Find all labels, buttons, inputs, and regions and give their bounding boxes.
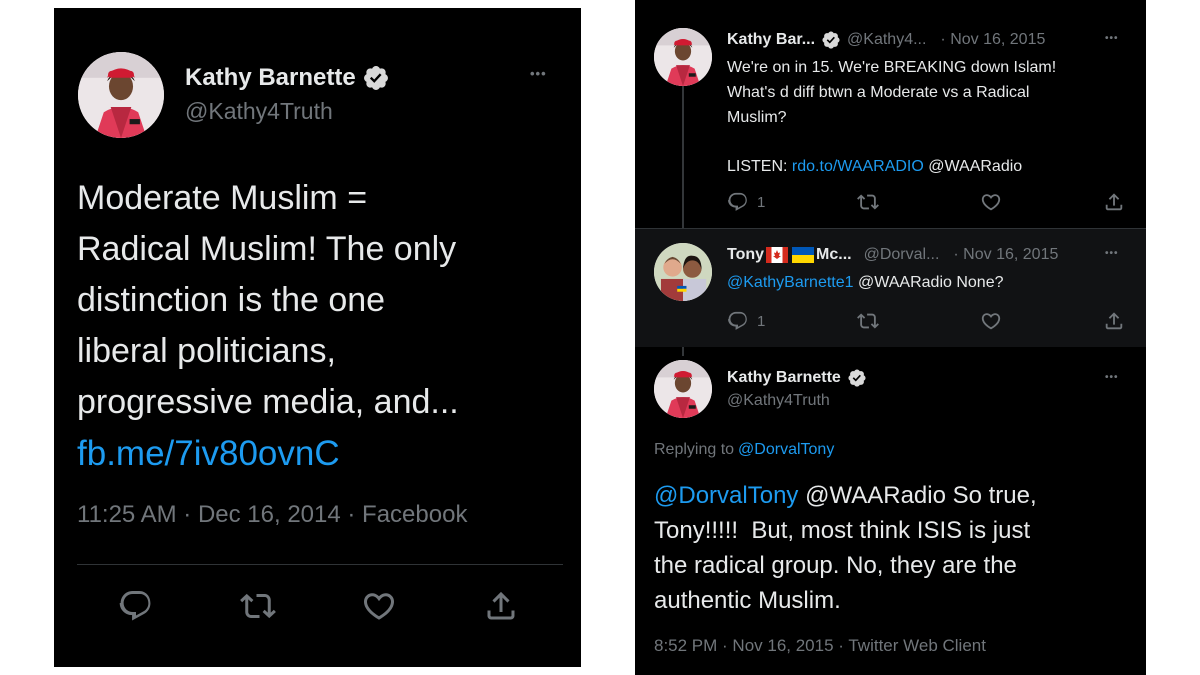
avatar[interactable] xyxy=(654,360,712,418)
more-options-icon[interactable]: ••• xyxy=(1105,372,1119,383)
tweet-body: We're on in 15. We're BREAKING down Isla… xyxy=(727,55,1056,179)
replying-to-handle[interactable]: @DorvalTony xyxy=(738,441,834,459)
like-icon xyxy=(980,310,1002,332)
mention[interactable]: @DorvalTony xyxy=(654,482,798,509)
reply-count: 1 xyxy=(757,193,766,211)
replying-to: Replying to @DorvalTony xyxy=(654,441,834,459)
like-button[interactable] xyxy=(980,191,1002,213)
more-options-icon[interactable]: ••• xyxy=(530,66,547,81)
tweet-body: @KathyBarnette1 @WAARadio None? xyxy=(727,270,1004,295)
profile-photo-icon xyxy=(78,52,164,138)
listen-label: LISTEN: xyxy=(727,158,788,175)
avatar[interactable] xyxy=(78,52,164,138)
author-name[interactable]: Kathy Bar... xyxy=(727,31,815,49)
tweet-body: @DorvalTony @WAARadio So true, Tony!!!!!… xyxy=(654,478,1037,618)
reply-button[interactable]: 1 xyxy=(727,310,765,332)
like-icon xyxy=(980,191,1002,213)
tweet-text-line: What's d diff btwn a Moderate vs a Radic… xyxy=(727,84,1030,101)
tweet-date[interactable]: · Nov 16, 2015 xyxy=(953,246,1058,264)
author-handle[interactable]: @Dorval... xyxy=(864,246,940,264)
tweet-text-line: Moderate Muslim = xyxy=(77,179,368,217)
author-row: Kathy Barnette xyxy=(727,367,867,389)
retweet-button[interactable] xyxy=(857,191,879,213)
author-name[interactable]: Kathy Barnette xyxy=(185,64,356,92)
author-handle[interactable]: @Kathy4Truth xyxy=(727,392,830,410)
tweet-date[interactable]: · Nov 16, 2015 xyxy=(940,31,1045,49)
like-button[interactable] xyxy=(980,310,1002,332)
author-name[interactable]: Kathy Barnette xyxy=(727,369,841,387)
retweet-button[interactable] xyxy=(240,588,276,624)
more-options-icon[interactable]: ••• xyxy=(1105,248,1119,259)
verified-badge-icon xyxy=(362,64,390,92)
right-thread: Kathy Bar... @Kathy4... · Nov 16, 2015 •… xyxy=(635,0,1146,675)
tweet-text-line: We're on in 15. We're BREAKING down Isla… xyxy=(727,59,1057,76)
share-button[interactable] xyxy=(483,588,519,624)
reply-icon xyxy=(727,191,749,213)
tweet-meta[interactable]: 8:52 PM · Nov 16, 2015 · Twitter Web Cli… xyxy=(654,636,986,656)
author-row: Kathy Barnette xyxy=(185,64,390,92)
verified-badge-icon xyxy=(847,368,867,388)
tweet-text-line: Radical Muslim! The only xyxy=(77,230,457,268)
share-icon xyxy=(483,588,519,624)
verified-badge-icon xyxy=(821,30,841,50)
tweet-text: @WAARadio None? xyxy=(858,274,1004,291)
profile-photo-icon xyxy=(654,243,712,301)
profile-photo-icon xyxy=(654,28,712,86)
ukraine-flag-icon xyxy=(792,247,815,263)
tweet-meta[interactable]: 11:25 AM · Dec 16, 2014 · Facebook xyxy=(77,501,467,529)
thread-tweet[interactable]: Tony Mc... @Dorval... · Nov 16, 2015 •••… xyxy=(635,229,1146,347)
tweet-text-line: @WAARadio So true, xyxy=(805,482,1037,509)
author-handle[interactable]: @Kathy4Truth xyxy=(185,98,333,125)
tweet-text-line: the radical group. No, they are the xyxy=(654,552,1017,579)
tweet-text-line: progressive media, and... xyxy=(77,383,459,421)
mention[interactable]: @WAARadio xyxy=(928,158,1022,175)
tweet-text-line: liberal politicians, xyxy=(77,332,336,370)
like-icon xyxy=(361,588,397,624)
author-row: Kathy Bar... @Kathy4... · Nov 16, 2015 xyxy=(727,29,1045,51)
share-button[interactable] xyxy=(1103,191,1125,213)
like-button[interactable] xyxy=(361,588,397,624)
reply-icon xyxy=(118,588,154,624)
author-row: Tony Mc... @Dorval... · Nov 16, 2015 xyxy=(727,244,1058,266)
reply-button[interactable]: 1 xyxy=(727,191,765,213)
author-handle[interactable]: @Kathy4... xyxy=(847,31,926,49)
retweet-icon xyxy=(857,310,879,332)
tweet-text-line: authentic Muslim. xyxy=(654,587,841,614)
reply-button[interactable] xyxy=(118,588,154,624)
reply-icon xyxy=(727,310,749,332)
tweet-link[interactable]: fb.me/7iv80ovnC xyxy=(77,434,340,473)
reply-count: 1 xyxy=(757,312,766,330)
profile-photo-icon xyxy=(654,360,712,418)
canada-flag-icon xyxy=(766,247,789,263)
retweet-icon xyxy=(240,588,276,624)
avatar[interactable] xyxy=(654,243,712,301)
thread-connector xyxy=(682,84,684,230)
share-button[interactable] xyxy=(1103,310,1125,332)
left-tweet-card: Kathy Barnette @Kathy4Truth ••• Moderate… xyxy=(54,8,581,667)
tweet-text-line: Muslim? xyxy=(727,109,787,126)
replying-to-label: Replying to xyxy=(654,441,735,458)
tweet-text-line: Tony!!!!! But, most think ISIS is just xyxy=(654,517,1031,544)
author-name-suffix[interactable]: Mc... xyxy=(816,246,852,264)
radio-link[interactable]: rdo.to/WAARADIO xyxy=(792,158,924,175)
mention[interactable]: @KathyBarnette1 xyxy=(727,274,854,291)
retweet-icon xyxy=(857,191,879,213)
author-name[interactable]: Tony xyxy=(727,246,764,264)
retweet-button[interactable] xyxy=(857,310,879,332)
divider xyxy=(77,564,563,565)
share-icon xyxy=(1103,191,1125,213)
more-options-icon[interactable]: ••• xyxy=(1105,33,1119,44)
tweet-body: Moderate Muslim = Radical Muslim! The on… xyxy=(77,173,459,480)
share-icon xyxy=(1103,310,1125,332)
avatar[interactable] xyxy=(654,28,712,86)
tweet-text-line: distinction is the one xyxy=(77,281,386,319)
